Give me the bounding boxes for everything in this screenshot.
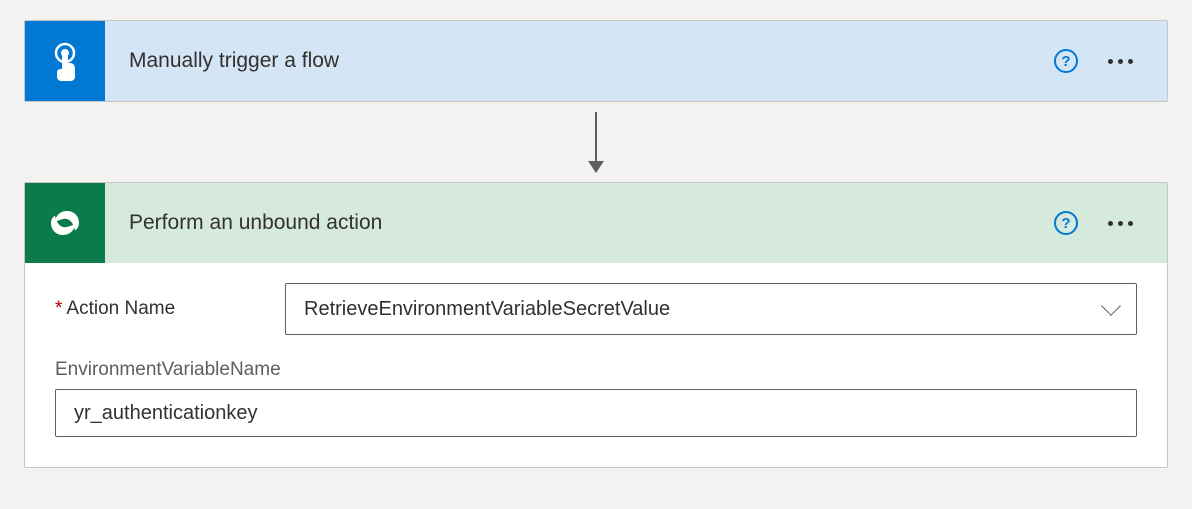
flow-canvas: Manually trigger a flow ? Perform an unb… — [24, 20, 1168, 468]
action-name-label: *Action Name — [55, 298, 285, 320]
help-icon[interactable]: ? — [1054, 211, 1078, 235]
trigger-card[interactable]: Manually trigger a flow ? — [24, 20, 1168, 102]
action-name-row: *Action Name RetrieveEnvironmentVariable… — [55, 283, 1137, 335]
action-name-select[interactable]: RetrieveEnvironmentVariableSecretValue — [285, 283, 1137, 335]
chevron-down-icon — [1101, 296, 1121, 316]
trigger-header: Manually trigger a flow ? — [25, 21, 1167, 101]
dataverse-icon — [25, 183, 105, 263]
required-indicator: * — [55, 298, 62, 319]
trigger-title: Manually trigger a flow — [105, 49, 1054, 73]
env-var-row: EnvironmentVariableName — [55, 359, 1137, 437]
more-menu-icon[interactable] — [1100, 51, 1141, 72]
action-body: *Action Name RetrieveEnvironmentVariable… — [25, 263, 1167, 467]
action-title: Perform an unbound action — [105, 211, 1054, 235]
help-icon[interactable]: ? — [1054, 49, 1078, 73]
touch-icon — [25, 21, 105, 101]
env-var-input[interactable] — [55, 389, 1137, 437]
action-card[interactable]: Perform an unbound action ? *Action Name… — [24, 182, 1168, 468]
env-var-label: EnvironmentVariableName — [55, 359, 1137, 381]
more-menu-icon[interactable] — [1100, 213, 1141, 234]
connector-arrow — [588, 102, 604, 182]
action-name-value: RetrieveEnvironmentVariableSecretValue — [304, 298, 670, 321]
action-header: Perform an unbound action ? — [25, 183, 1167, 263]
